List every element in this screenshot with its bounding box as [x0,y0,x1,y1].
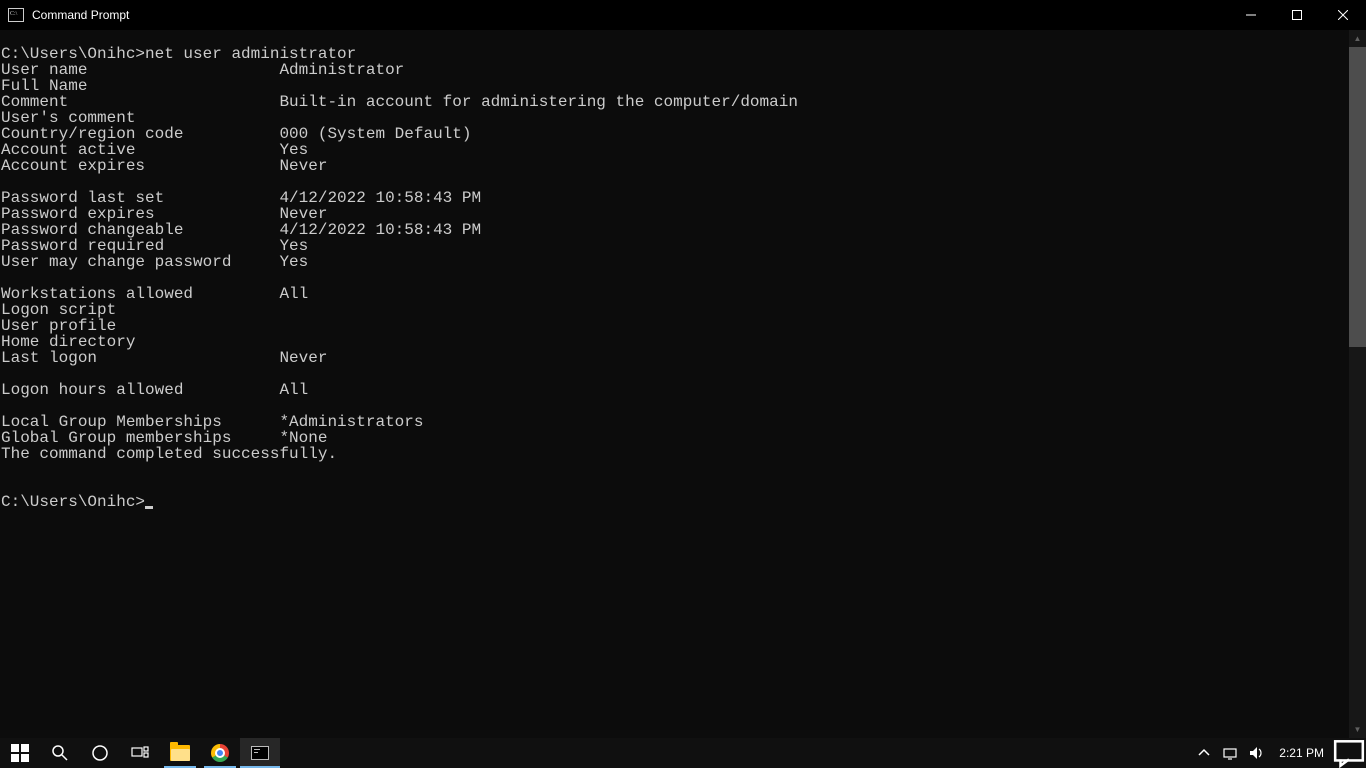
close-button[interactable] [1320,0,1366,30]
command-prompt-window: C:\ Command Prompt C:\Users\Onihc>net us… [0,0,1366,768]
cortana-button[interactable] [80,738,120,768]
scroll-track[interactable] [1349,47,1366,721]
scrollbar[interactable]: ▲ ▼ [1349,30,1366,738]
cmd-icon: C:\ [8,7,24,23]
task-view-button[interactable] [120,738,160,768]
system-tray [1189,738,1271,768]
taskbar: 2:21 PM [0,738,1366,768]
scroll-up-arrow[interactable]: ▲ [1349,30,1366,47]
file-explorer-taskbar-icon[interactable] [160,738,200,768]
cmd-taskbar-icon[interactable] [240,738,280,768]
chrome-taskbar-icon[interactable] [200,738,240,768]
action-center-button[interactable] [1332,738,1366,768]
titlebar[interactable]: C:\ Command Prompt [0,0,1366,30]
taskbar-clock[interactable]: 2:21 PM [1271,738,1332,768]
search-button[interactable] [40,738,80,768]
window-title: Command Prompt [32,8,129,22]
network-icon[interactable] [1221,744,1239,762]
minimize-button[interactable] [1228,0,1274,30]
start-button[interactable] [0,738,40,768]
tray-overflow-icon[interactable] [1195,744,1213,762]
scroll-thumb[interactable] [1349,47,1366,347]
svg-text:C:\: C:\ [10,11,18,17]
maximize-button[interactable] [1274,0,1320,30]
terminal-area: C:\Users\Onihc>net user administratorUse… [0,30,1366,738]
volume-icon[interactable] [1247,744,1265,762]
terminal-output[interactable]: C:\Users\Onihc>net user administratorUse… [0,30,1349,738]
